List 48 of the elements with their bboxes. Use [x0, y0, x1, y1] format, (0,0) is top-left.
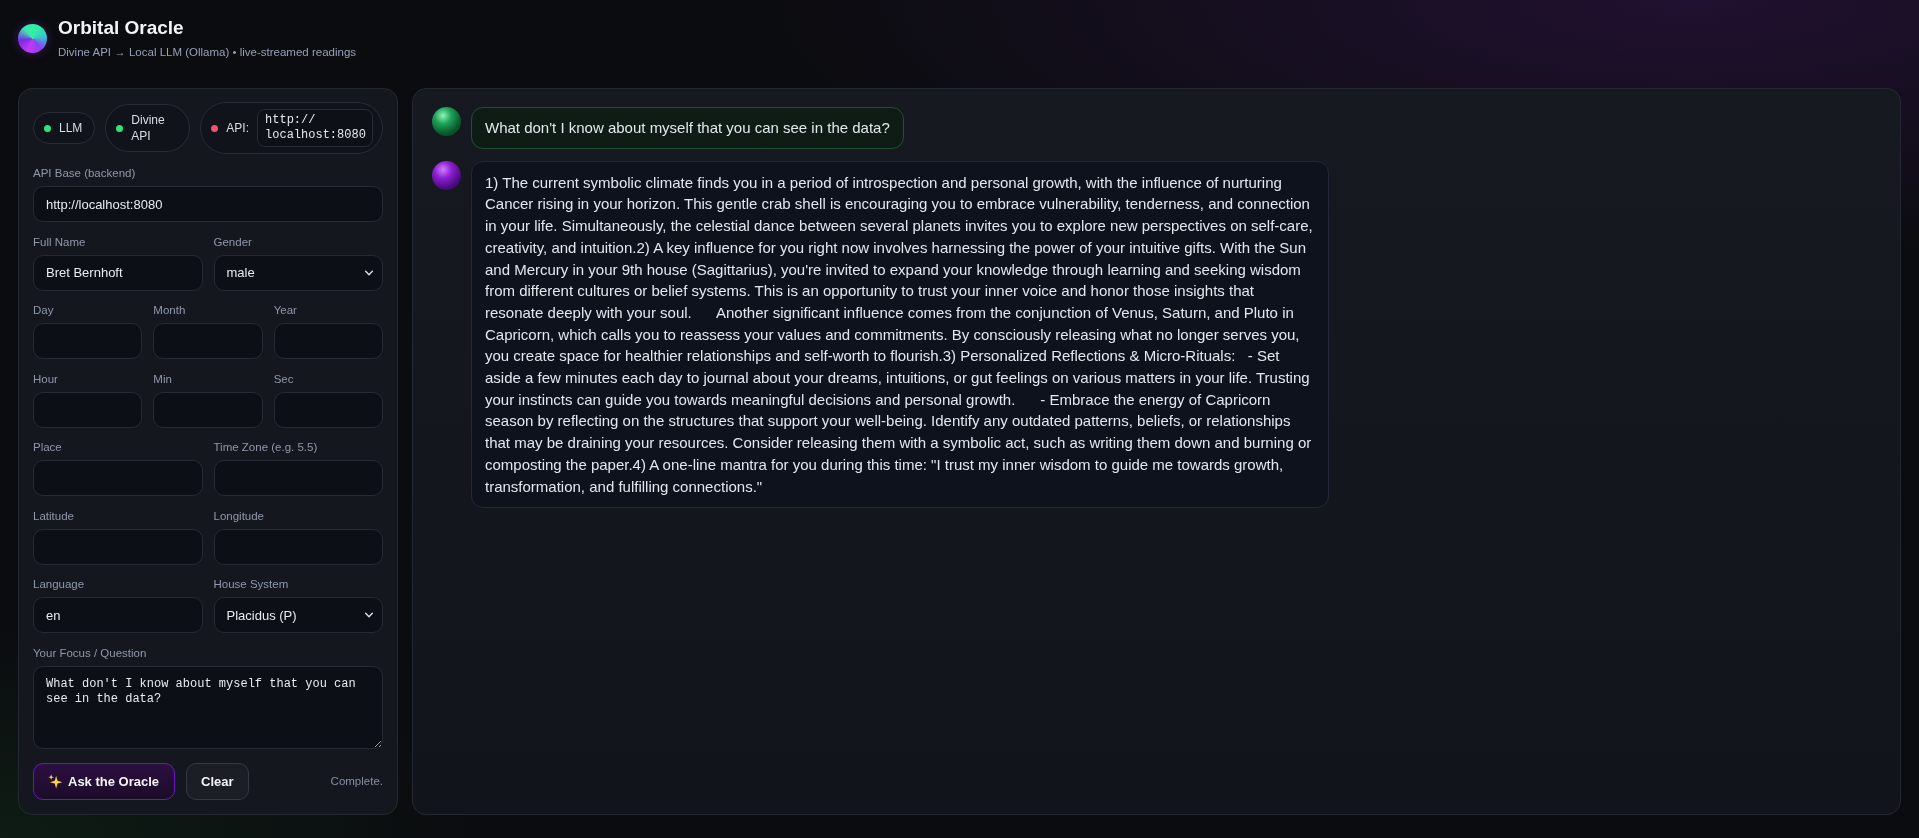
api-url-code: http://localhost:8080: [257, 109, 373, 147]
status-label: Divine API: [131, 112, 166, 144]
input-field[interactable]: [153, 391, 263, 428]
input-field[interactable]: [33, 528, 203, 565]
input-field[interactable]: [273, 391, 383, 428]
question-text-area[interactable]: What don't I know about myself that you can see in the data?: [33, 665, 383, 749]
input-field[interactable]: [33, 460, 203, 496]
field-label: Your Focus / Question: [33, 645, 148, 661]
app-subtitle: Divine API → Local LLM (Ollama) • live-streamed readings: [58, 45, 357, 60]
sparkle-icon: [48, 773, 63, 789]
user-avatar-icon: [432, 107, 461, 136]
dropdown[interactable]: male: [213, 254, 383, 291]
input-field[interactable]: en: [33, 597, 203, 633]
field-label: Month: [153, 303, 187, 318]
input-field[interactable]: [33, 323, 143, 359]
field-label: Gender: [213, 234, 253, 250]
field-label: Hour: [33, 371, 59, 387]
primary-button[interactable]: Ask the Oracle: [33, 762, 176, 800]
input-field[interactable]: [153, 323, 263, 359]
user-message: What don't I know about myself that you can see in the data?: [471, 107, 904, 149]
input-field[interactable]: http://localhost:8080: [33, 186, 383, 222]
oracle-message: 1) The current symbolic climate finds you in a period of introspection and personal growth, with the influence of nurturing Cancer rising in your horizon. This gentle crab shell is encouraging you to embrace vulnerability, tenderness, and connection in your life. Simultaneously, the celestial dance between several planets invites you to explore new perspectives on self-care, creativity, and intuition.2) A key influence for you right now involves harnessing the power of your intuitive gifts. With the Sun and Mercury in your 9th house (Sagittarius), you're invited to expand your knowledge through learning and seeking wisdom from different cultures or belief systems. This is an opportunity to trust your inner voice and honor those insights that resonate deeply with your soul. Another significant influence comes from the conjunction of Venus, Saturn, and Pluto in Capricorn, which calls you to reassess your values and commitments. By consciously releasing what no longer serves you, you create space for healthier relationships and self-worth to flourish.3) Personalized Reflections & Micro-Rituals: - Set aside a few minutes each day to journal about your dreams, intuitions, or gut feelings on various matters in your life. Trusting your instincts can guide you towards meaningful decisions and personal growth. - Embrace the energy of Capricorn season by reflecting on the structures that support your well-being. Identify any outdated patterns, beliefs, or relationships that may be draining your resources. Consider releasing them with a symbolic act, such as writing them down and burning or composting the paper.4) A one-line mantra for you during this time: "I trust my inner wisdom to guide me towards growth, transformation, and fulfilling connections.": [471, 160, 1329, 509]
input-field[interactable]: Bret Bernhoft: [33, 254, 203, 291]
field-label: Place: [33, 440, 63, 455]
input-field[interactable]: [33, 391, 143, 428]
secondary-button[interactable]: Clear: [186, 762, 249, 800]
status-label: API:: [226, 120, 250, 136]
field-label: Min: [153, 371, 173, 387]
app-title: Orbital Oracle: [58, 16, 185, 40]
oracle-avatar-icon: [432, 160, 461, 190]
input-field[interactable]: [273, 323, 383, 359]
input-field[interactable]: [213, 460, 383, 496]
dropdown[interactable]: Placidus (P): [213, 597, 383, 633]
orb-logo-icon: [18, 23, 47, 53]
field-label: Year: [273, 303, 298, 318]
field-label: Day: [33, 303, 55, 318]
field-label: House System: [213, 577, 290, 592]
field-label: Latitude: [33, 508, 75, 524]
field-label: Full Name: [33, 234, 87, 250]
chevron-down-icon: [364, 610, 374, 620]
input-field[interactable]: [213, 528, 383, 565]
field-label: API Base (backend): [33, 166, 137, 181]
field-label: Longitude: [213, 508, 266, 524]
status-text: Complete.: [330, 775, 383, 787]
field-label: Language: [33, 577, 86, 592]
status-label: LLM: [59, 120, 83, 136]
field-label: Sec: [273, 371, 295, 387]
field-label: Time Zone (e.g. 5.5): [213, 440, 319, 455]
